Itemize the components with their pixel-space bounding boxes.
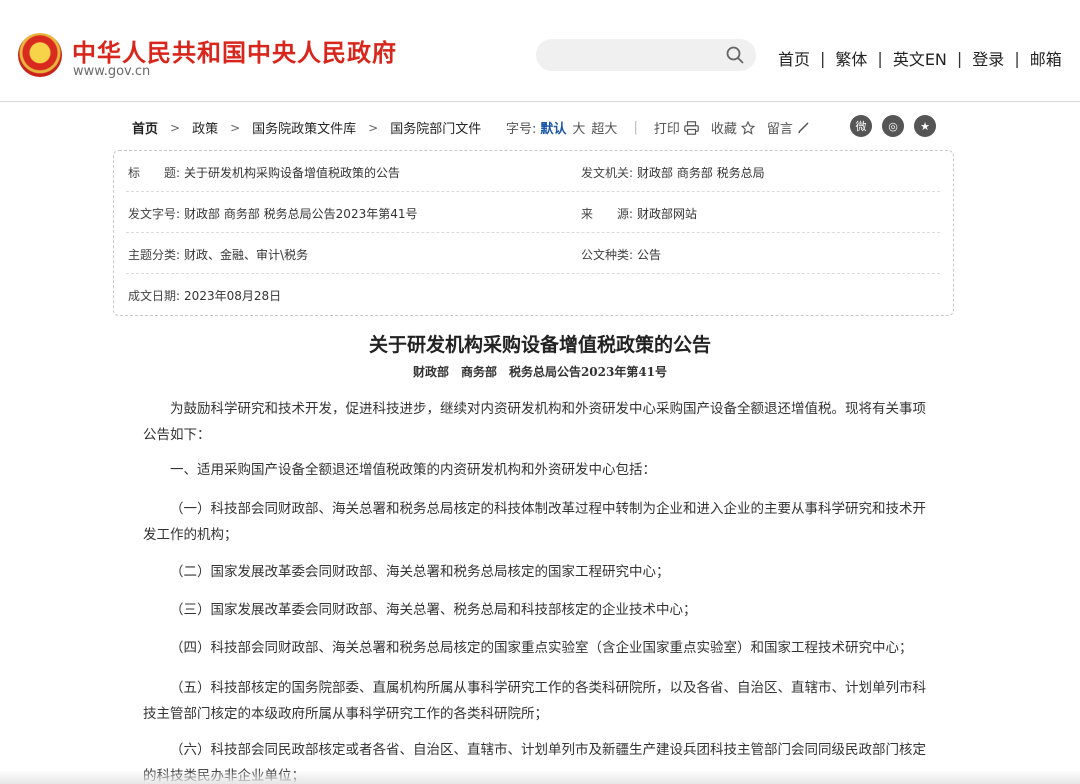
- font-size-large[interactable]: 大: [572, 118, 585, 137]
- nav-separator: |: [1014, 48, 1020, 68]
- site-title[interactable]: 中华人民共和国中央人民政府: [72, 33, 397, 68]
- article-paragraph: （四）科技部会同财政部、海关总署和税务总局核定的国家重点实验室（含企业国家重点实…: [170, 640, 913, 656]
- info-value: 关于研发机构采购设备增值税政策的公告: [184, 166, 401, 180]
- site-header: ★ 中华人民共和国中央人民政府 www.gov.cn 首页 | 繁体 | 英文E…: [0, 0, 1080, 102]
- breadcrumb-department-docs[interactable]: 国务院部门文件: [390, 118, 481, 137]
- document-info-table: 标 题: 关于研发机构采购设备增值税政策的公告 发文机关: 财政部 商务部 税务…: [113, 150, 954, 316]
- chevron-right-icon: >: [368, 120, 379, 135]
- nav-separator: |: [820, 48, 826, 68]
- top-nav: 首页 | 繁体 | 英文EN | 登录 | 邮箱: [778, 46, 1062, 70]
- article-paragraph: 为鼓励科学研究和技术开发，促进科技进步，继续对内资研发机构和外资研发中心采购国产…: [143, 401, 926, 443]
- info-label: 标 题:: [128, 166, 181, 180]
- article-tools: 字号: 默认 大 超大 | 打印 收藏 留言: [506, 118, 822, 137]
- nav-home[interactable]: 首页: [778, 46, 810, 70]
- share-buttons: 微 ◎ ★: [850, 115, 946, 137]
- breadcrumb-policy[interactable]: 政策: [192, 118, 218, 137]
- info-label: 发文字号:: [128, 207, 181, 221]
- nav-english[interactable]: 英文EN: [893, 46, 947, 70]
- breadcrumb-home[interactable]: 首页: [132, 118, 158, 137]
- font-size-label: 字号:: [506, 122, 537, 137]
- info-label: 发文机关:: [581, 166, 634, 180]
- info-cell-date: 成文日期: 2023年08月28日: [128, 287, 281, 304]
- info-cell-topic: 主题分类: 财政、金融、审计\税务: [128, 246, 308, 263]
- search-icon[interactable]: [725, 45, 745, 65]
- print-button[interactable]: 打印: [654, 118, 699, 137]
- font-size-default[interactable]: 默认: [540, 118, 566, 137]
- favorite-star-icon[interactable]: ★: [914, 115, 936, 137]
- article-paragraph: （一）科技部会同财政部、海关总署和税务总局核定的科技体制改革过程中转制为企业和进…: [143, 501, 926, 543]
- article-paragraph: （二）国家发展改革委会同财政部、海关总署和税务总局核定的国家工程研究中心；: [170, 564, 670, 580]
- info-row: 发文字号: 财政部 商务部 税务总局公告2023年第41号 来 源: 财政部网站: [126, 192, 940, 233]
- info-cell-issuer: 发文机关: 财政部 商务部 税务总局: [581, 164, 765, 181]
- article-paragraph: （三）国家发展改革委会同财政部、海关总署、税务总局和科技部核定的企业技术中心；: [170, 602, 697, 618]
- article-paragraph: （五）科技部核定的国务院部委、直属机构所属从事科学研究工作的各类科研院所，以及各…: [143, 680, 926, 722]
- info-value: 财政部网站: [637, 207, 698, 221]
- national-emblem-icon[interactable]: ★: [18, 33, 62, 77]
- nav-traditional[interactable]: 繁体: [835, 46, 867, 70]
- article-paragraph: 一、适用采购国产设备全额退还增值税政策的内资研发机构和外资研发中心包括：: [170, 462, 656, 478]
- print-label: 打印: [653, 122, 680, 137]
- chevron-right-icon: >: [230, 120, 241, 135]
- favorite-label: 收藏: [710, 122, 737, 137]
- info-value: 财政部 商务部 税务总局: [637, 166, 765, 180]
- info-cell-source: 来 源: 财政部网站: [581, 205, 697, 222]
- info-row: 主题分类: 财政、金融、审计\税务 公文种类: 公告: [126, 233, 940, 274]
- breadcrumb-policy-library[interactable]: 国务院政策文件库: [252, 118, 356, 137]
- info-cell-docno: 发文字号: 财政部 商务部 税务总局公告2023年第41号: [128, 205, 418, 222]
- info-cell-type: 公文种类: 公告: [581, 246, 661, 263]
- nav-separator: |: [956, 48, 963, 68]
- info-label: 来 源:: [581, 207, 634, 221]
- info-cell-title: 标 题: 关于研发机构采购设备增值税政策的公告: [128, 164, 400, 181]
- scroll-edge: [0, 770, 1080, 784]
- info-value: 财政部 商务部 税务总局公告2023年第41号: [184, 207, 418, 221]
- search-input[interactable]: [536, 39, 756, 71]
- nav-separator: |: [877, 48, 883, 68]
- site-url: www.gov.cn: [73, 64, 151, 79]
- info-label: 公文种类:: [581, 248, 634, 262]
- wechat-icon[interactable]: ◎: [882, 115, 904, 137]
- comment-button[interactable]: 留言: [767, 118, 810, 137]
- star-icon: [740, 120, 755, 135]
- nav-login[interactable]: 登录: [972, 46, 1004, 70]
- weibo-icon[interactable]: 微: [850, 115, 872, 137]
- info-row: 标 题: 关于研发机构采购设备增值税政策的公告 发文机关: 财政部 商务部 税务…: [126, 151, 940, 192]
- font-size-xlarge[interactable]: 超大: [591, 118, 617, 137]
- tools-separator: |: [633, 120, 638, 135]
- favorite-button[interactable]: 收藏: [711, 118, 755, 137]
- nav-mail[interactable]: 邮箱: [1030, 46, 1062, 70]
- printer-icon: [684, 120, 699, 135]
- info-row: 成文日期: 2023年08月28日: [126, 274, 940, 315]
- article-title: 关于研发机构采购设备增值税政策的公告: [368, 334, 711, 356]
- chevron-right-icon: >: [170, 120, 181, 135]
- breadcrumb: 首页 > 政策 > 国务院政策文件库 > 国务院部门文件: [132, 118, 481, 138]
- info-value: 财政、金融、审计\税务: [184, 248, 309, 262]
- info-label: 主题分类:: [128, 248, 181, 262]
- article-docno: 财政部 商务部 税务总局公告2023年第41号: [412, 365, 668, 379]
- comment-label: 留言: [766, 122, 793, 137]
- info-value: 2023年08月28日: [184, 289, 282, 303]
- info-value: 公告: [637, 248, 662, 262]
- info-label: 成文日期:: [128, 289, 181, 303]
- pencil-icon: [798, 122, 809, 134]
